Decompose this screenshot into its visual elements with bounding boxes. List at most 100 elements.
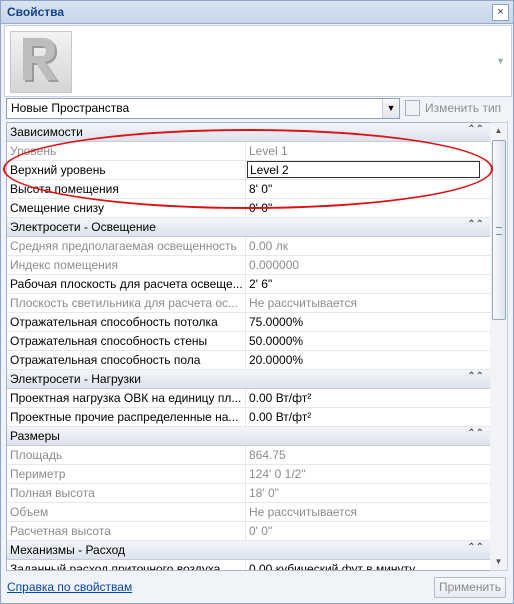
property-row[interactable]: Верхний уровень Level 2: [7, 161, 490, 180]
collapse-group-icon[interactable]: ⌃⌃: [467, 371, 484, 382]
property-name: Площадь: [10, 448, 63, 462]
property-name: Проектная нагрузка ОВК на единицу пл...: [10, 391, 242, 405]
apply-button[interactable]: Применить: [434, 577, 506, 598]
property-row[interactable]: Плоскость светильника для расчета ос... Н…: [7, 294, 490, 313]
property-name: Верхний уровень: [10, 163, 106, 177]
property-value-text: 0.00 кубический фут в минуту: [249, 562, 416, 571]
property-value: 0.00 лк: [245, 237, 489, 255]
property-value-text: Не рассчитывается: [249, 505, 358, 519]
property-value-text: 75.0000%: [249, 315, 304, 329]
property-value: 0' 0": [245, 522, 489, 540]
group-name: Механизмы - Расход: [10, 543, 126, 557]
property-value-text: 18' 0": [249, 486, 279, 500]
property-name: Проектные прочие распределенные на...: [10, 410, 239, 424]
property-value[interactable]: 2' 6": [245, 275, 489, 293]
property-name: Уровень: [10, 144, 57, 158]
group-name: Электросети - Освещение: [10, 220, 156, 234]
property-row[interactable]: Полная высота 18' 0": [7, 484, 490, 503]
property-name: Отражательная способность стены: [10, 334, 208, 348]
collapse-group-icon[interactable]: ⌃⌃: [467, 124, 484, 135]
group-header[interactable]: Размеры ⌃⌃: [7, 427, 490, 446]
revit-logo-icon: [10, 31, 72, 93]
properties-help-link[interactable]: Справка по свойствам: [7, 580, 132, 594]
property-row[interactable]: Проектная нагрузка ОВК на единицу пл... 0…: [7, 389, 490, 408]
group-header[interactable]: Зависимости ⌃⌃: [7, 123, 490, 142]
property-row[interactable]: Объем Не рассчитывается: [7, 503, 490, 522]
edit-type-label: Изменить тип: [425, 101, 502, 115]
type-selector-value: Новые Пространства: [11, 101, 130, 115]
property-value: 0.000000: [245, 256, 489, 274]
group-header[interactable]: Электросети - Нагрузки ⌃⌃: [7, 370, 490, 389]
property-value: 864.75: [245, 446, 489, 464]
property-row[interactable]: Проектные прочие распределенные на... 0.0…: [7, 408, 490, 427]
property-row[interactable]: Смещение снизу 0' 0": [7, 199, 490, 218]
property-name: Периметр: [10, 467, 66, 481]
property-value[interactable]: 20.0000%: [245, 351, 489, 369]
scrollbar-thumb[interactable]: [492, 140, 506, 320]
scroll-up-icon[interactable]: ▲: [490, 123, 507, 139]
group-name: Электросети - Нагрузки: [10, 372, 141, 386]
collapse-group-icon[interactable]: ⌃⌃: [467, 219, 484, 230]
property-row[interactable]: Расчетная высота 0' 0": [7, 522, 490, 541]
property-row[interactable]: Средняя предполагаемая освещенность 0.00 …: [7, 237, 490, 256]
property-row[interactable]: Уровень Level 1: [7, 142, 490, 161]
property-value-text: 0.00 Вт/фт²: [249, 410, 312, 424]
property-name: Средняя предполагаемая освещенность: [10, 239, 237, 253]
collapse-group-icon[interactable]: ⌃⌃: [467, 542, 484, 553]
property-value: 124' 0 1/2": [245, 465, 489, 483]
property-value-text: 20.0000%: [249, 353, 304, 367]
property-row[interactable]: Отражательная способность пола 20.0000%: [7, 351, 490, 370]
property-value[interactable]: 0.00 Вт/фт²: [245, 389, 489, 407]
property-value-text: 0.000000: [249, 258, 300, 272]
group-name: Зависимости: [10, 125, 83, 139]
property-value-text: 0.00 Вт/фт²: [249, 391, 312, 405]
title-bar[interactable]: Свойства ×: [1, 1, 513, 24]
property-value-text: 0' 0": [249, 524, 273, 538]
type-preview-panel: ▼: [4, 25, 512, 97]
group-header[interactable]: Механизмы - Расход ⌃⌃: [7, 541, 490, 560]
property-name: Индекс помещения: [10, 258, 118, 272]
collapse-group-icon[interactable]: ⌃⌃: [467, 428, 484, 439]
property-value[interactable]: 0' 0": [245, 199, 489, 217]
properties-grid: Зависимости ⌃⌃ Уровень Level 1 Верхний урове…: [6, 122, 491, 571]
property-name: Высота помещения: [10, 182, 119, 196]
property-row[interactable]: Периметр 124' 0 1/2": [7, 465, 490, 484]
property-value-text: 2' 6": [249, 277, 273, 291]
property-row[interactable]: Заданный расход приточного воздуха 0.00 к…: [7, 560, 490, 571]
property-value-text: Не рассчитывается: [249, 296, 358, 310]
property-value-text: 124' 0 1/2": [249, 467, 306, 481]
type-selector-dropdown[interactable]: Новые Пространства ▼: [6, 98, 400, 119]
group-header[interactable]: Электросети - Освещение ⌃⌃: [7, 218, 490, 237]
property-value[interactable]: 8' 0": [245, 180, 489, 198]
property-value[interactable]: 0.00 кубический фут в минуту: [245, 560, 489, 571]
property-row[interactable]: Рабочая плоскость для расчета освеще... 2…: [7, 275, 490, 294]
property-row[interactable]: Индекс помещения 0.000000: [7, 256, 490, 275]
close-button[interactable]: ×: [492, 4, 509, 21]
property-value[interactable]: 75.0000%: [245, 313, 489, 331]
properties-palette: Свойства × ▼ Новые Пространства ▼ Измени…: [0, 0, 514, 604]
type-scroll-arrow-icon[interactable]: ▼: [496, 56, 505, 66]
value-edit-field[interactable]: Level 2: [247, 161, 480, 178]
edit-type-button[interactable]: Изменить тип: [405, 98, 511, 117]
property-value-editor[interactable]: Level 2: [245, 161, 489, 179]
property-row[interactable]: Отражательная способность потолка 75.0000…: [7, 313, 490, 332]
property-row[interactable]: Отражательная способность стены 50.0000%: [7, 332, 490, 351]
property-value-text: 864.75: [249, 448, 286, 462]
property-name: Отражательная способность потолка: [10, 315, 218, 329]
property-value[interactable]: 0.00 Вт/фт²: [245, 408, 489, 426]
property-row[interactable]: Площадь 864.75: [7, 446, 490, 465]
window-title: Свойства: [7, 5, 65, 19]
property-name: Рабочая плоскость для расчета освеще...: [10, 277, 243, 291]
property-value: Level 1: [245, 142, 489, 160]
property-value: Не рассчитывается: [245, 503, 489, 521]
vertical-scrollbar[interactable]: ▲ ▼: [490, 122, 508, 571]
property-value-text: Level 2: [250, 163, 289, 177]
property-row[interactable]: Высота помещения 8' 0": [7, 180, 490, 199]
scroll-down-icon[interactable]: ▼: [490, 554, 507, 570]
property-value-text: 0' 0": [249, 201, 273, 215]
chevron-down-icon[interactable]: ▼: [382, 99, 399, 118]
property-value: 18' 0": [245, 484, 489, 502]
edit-type-icon: [405, 100, 420, 116]
property-value[interactable]: 50.0000%: [245, 332, 489, 350]
group-name: Размеры: [10, 429, 60, 443]
